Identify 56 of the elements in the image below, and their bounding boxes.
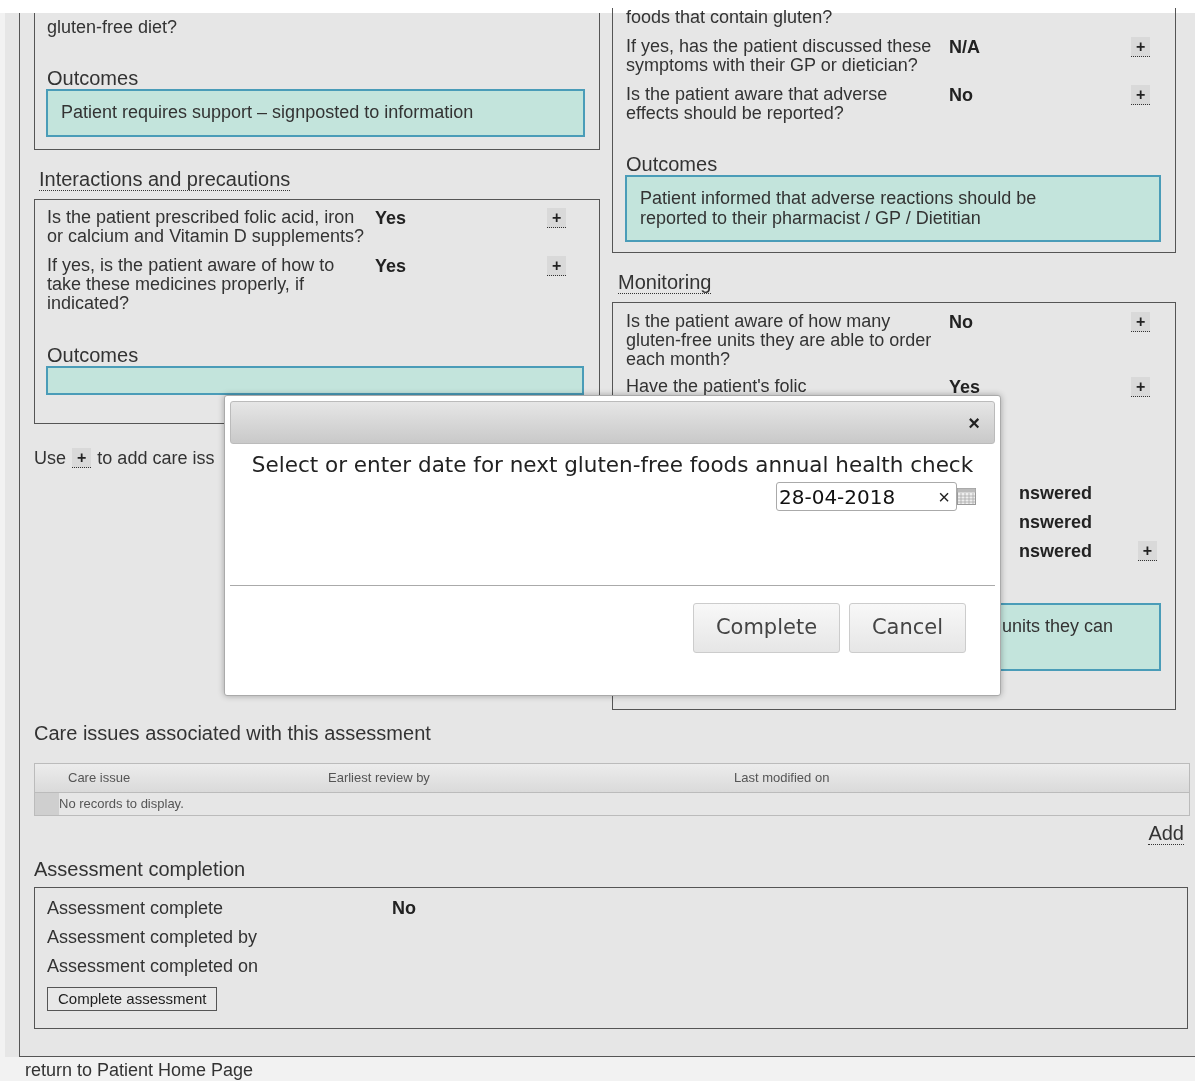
add-button[interactable]: + (1131, 85, 1151, 105)
dialog-prompt: Select or enter date for next gluten-free foods annual health check (250, 453, 975, 477)
question-text: Is the patient aware of how many gluten-free units they are able to order each month? (626, 312, 933, 369)
outcomes-label: Outcomes (47, 67, 140, 89)
field-value: No (392, 897, 416, 920)
question-text: Have the patient's folic (626, 377, 808, 396)
answer-text: Yes (375, 256, 408, 276)
outcomes-label: Outcomes (47, 344, 140, 366)
answer-text: Yes (375, 208, 408, 228)
answer-text: No (949, 312, 974, 332)
hint-text: to add care iss (97, 448, 215, 468)
row-header-cell (35, 793, 59, 815)
add-button[interactable]: + (547, 256, 567, 276)
answer-text: nswered (1019, 541, 1094, 561)
add-button[interactable]: + (72, 448, 92, 468)
section-heading: Assessment completion (34, 857, 247, 881)
question-text: If yes, is the patient aware of how to take these medicines properly, if indicated? (47, 256, 336, 313)
return-link[interactable]: return to Patient Home Page (25, 1060, 254, 1080)
answer-text: nswered (1019, 512, 1094, 532)
cancel-button[interactable]: Cancel (849, 603, 966, 653)
field-label: Assessment completed on (47, 955, 260, 978)
field-label: Assessment complete (47, 897, 225, 920)
close-button[interactable]: × (968, 412, 980, 433)
section-heading: Monitoring (618, 271, 712, 294)
question-text: gluten-free diet? (47, 16, 179, 37)
add-button[interactable]: + (1131, 377, 1151, 397)
section-heading: Interactions and precautions (39, 168, 291, 191)
complete-button[interactable]: Complete (693, 603, 840, 653)
column-header[interactable]: Earliest review by (328, 768, 734, 788)
complete-assessment-button[interactable]: Complete assessment (47, 987, 218, 1011)
add-button[interactable]: + (547, 208, 567, 228)
question-text: Is the patient aware that adverse effects should be reported? (626, 85, 889, 123)
column-header[interactable]: Care issue (68, 768, 328, 788)
outcomes-label: Outcomes (626, 153, 719, 175)
question-text: If yes, has the patient discussed these symptoms with their GP or dietician? (626, 37, 933, 75)
answer-text: nswered (1019, 483, 1094, 503)
add-button[interactable]: + (1131, 312, 1151, 332)
calendar-icon[interactable] (957, 488, 976, 505)
question-text: foods that contain gluten? (626, 8, 834, 27)
answer-text: N/A (949, 37, 981, 57)
answer-text: Yes (949, 377, 982, 397)
outcome-box: Patient informed that adverse reactions should be reported to their pharmacist / GP / Dietitian (625, 175, 1161, 242)
add-button[interactable]: + (1137, 541, 1157, 561)
add-link[interactable]: Add (1148, 822, 1184, 845)
clear-button[interactable]: × (938, 486, 950, 507)
outcome-box: Patient requires support – signposted to information (46, 89, 585, 137)
hint-text: Use (34, 448, 66, 468)
add-button[interactable]: + (1131, 37, 1151, 57)
empty-message: No records to display. (59, 795, 184, 814)
column-header[interactable]: Last modified on (734, 768, 1034, 788)
field-label: Assessment completed by (47, 926, 259, 949)
date-field[interactable]: 28-04-2018 × (776, 482, 957, 511)
answer-text: No (949, 85, 974, 105)
outcome-text: units they can (1002, 616, 1114, 636)
section-heading: Care issues associated with this assessment (34, 721, 432, 745)
question-text: Is the patient prescribed folic acid, iron or calcium and Vitamin D supplements? (47, 208, 364, 246)
